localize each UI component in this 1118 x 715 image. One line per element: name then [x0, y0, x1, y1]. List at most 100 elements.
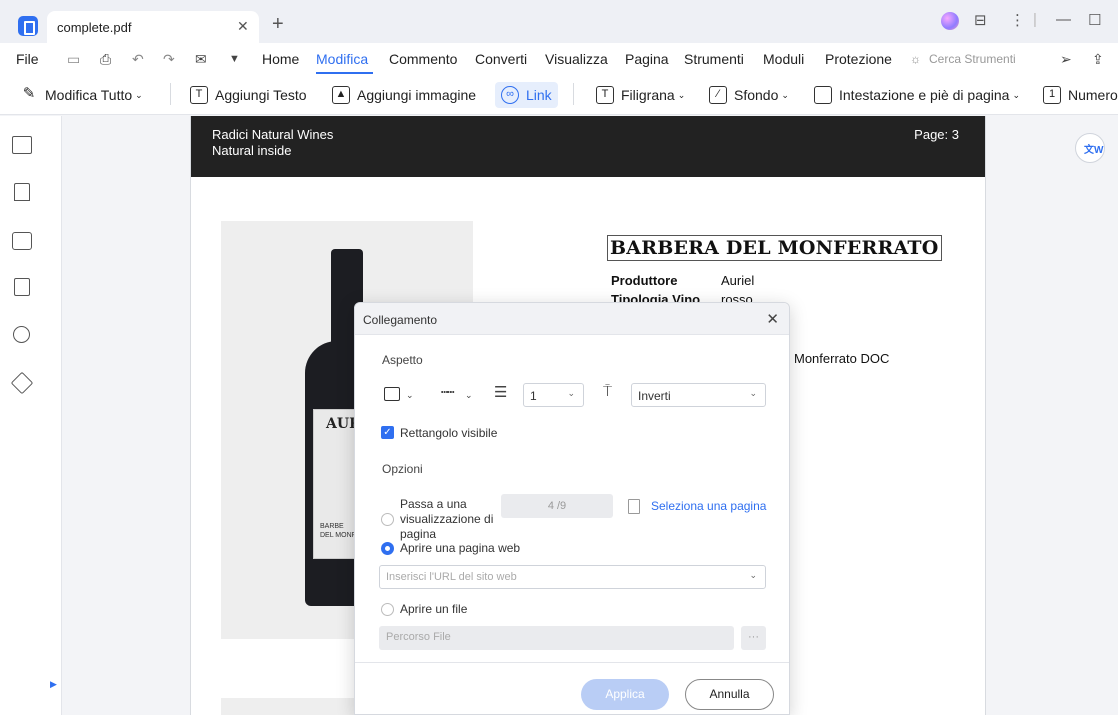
title-bar: complete.pdf ✕ + ⊟ ⋮ | — ☐ [0, 0, 1118, 43]
maximize-icon[interactable]: ☐ [1088, 11, 1101, 29]
line-width-icon: ☰ [494, 384, 508, 401]
appearance-section-label: Aspetto [382, 353, 423, 367]
search-tools[interactable]: Cerca Strumenti [929, 52, 1016, 66]
menu-visualizza[interactable]: Visualizza [545, 51, 608, 67]
edit-all-button[interactable]: ✎ Modifica Tutto ⌄ [20, 82, 143, 108]
translate-icon: 文W [1084, 145, 1104, 156]
chevron-down-icon: ⌄ [781, 89, 789, 100]
search-icon[interactable] [13, 326, 30, 343]
thumbnails-icon[interactable] [12, 136, 32, 154]
page-number-input[interactable]: 4 /9 [501, 494, 613, 518]
apply-button[interactable]: Applica [581, 679, 669, 710]
redo-icon[interactable]: ↷ [163, 51, 175, 68]
minimize-icon[interactable]: — [1056, 11, 1071, 28]
spec-key: Produttore [611, 273, 678, 288]
url-input[interactable]: Inserisci l'URL del sito web ⌄ [379, 565, 766, 589]
link-icon: ∞ [501, 86, 519, 104]
menu-converti[interactable]: Converti [475, 51, 527, 67]
menu-modifica[interactable]: Modifica [316, 51, 368, 67]
document-tab[interactable]: complete.pdf ✕ [47, 11, 259, 43]
header-company: Radici Natural Wines [212, 127, 334, 142]
menu-strumenti[interactable]: Strumenti [684, 51, 744, 67]
left-sidebar: ▶ [0, 116, 62, 715]
separator: | [1033, 11, 1037, 28]
file-path-placeholder: Percorso File [386, 631, 451, 643]
cancel-button[interactable]: Annulla [685, 679, 774, 710]
page-view-label[interactable]: Passa a una visualizzazione di pagina [400, 497, 498, 542]
menu-pagina[interactable]: Pagina [625, 51, 669, 67]
web-page-label[interactable]: Aprire una pagina web [400, 541, 520, 556]
watermark-button[interactable]: T Filigrana ⌄ [596, 82, 685, 108]
next-image-edge [221, 698, 361, 715]
edit-all-label: Modifica Tutto [45, 87, 133, 103]
watermark-label: Filigrana [621, 87, 675, 103]
line-width-value: 1 [530, 389, 537, 403]
visible-rect-checkbox[interactable]: ✓ [381, 426, 394, 439]
chevron-down-icon: ⌄ [677, 89, 686, 100]
tab-close-icon[interactable]: ✕ [237, 18, 249, 35]
add-text-label: Aggiungi Testo [215, 87, 307, 103]
chevron-down-icon: ⌄ [135, 89, 143, 100]
active-menu-indicator [316, 72, 373, 74]
translate-button[interactable]: 文W [1075, 133, 1105, 163]
header-footer-button[interactable]: Intestazione e piè di pagina ⌄ [814, 82, 1020, 108]
chevron-down-icon[interactable]: ⌄ [749, 570, 757, 581]
dialog-footer-divider [355, 662, 789, 663]
select-page-link[interactable]: Seleziona una pagina [651, 499, 766, 513]
new-tab-icon[interactable]: + [272, 14, 284, 34]
comment-icon[interactable] [12, 232, 32, 250]
line-style-icon[interactable]: ┅┅ [441, 385, 454, 399]
send-icon[interactable]: ➢ [1060, 51, 1072, 68]
chevron-down-icon: ⌄ [1012, 89, 1021, 100]
avatar[interactable] [941, 12, 959, 30]
open-file-radio[interactable] [381, 603, 394, 616]
mail-icon[interactable]: ✉ [195, 51, 207, 68]
border-color-icon[interactable] [384, 387, 400, 401]
toolbar-divider [573, 83, 574, 105]
header-footer-icon [814, 86, 832, 104]
attachment-icon[interactable] [14, 278, 30, 296]
more-menu-icon[interactable]: ⋮ [1010, 11, 1025, 29]
menu-file[interactable]: File [16, 51, 39, 67]
menu-commento[interactable]: Commento [389, 51, 457, 67]
background-button[interactable]: ⁄ Sfondo ⌄ [709, 82, 789, 108]
page-header: Radici Natural Wines Natural inside Page… [191, 116, 985, 177]
menu-moduli[interactable]: Moduli [763, 51, 804, 67]
add-image-button[interactable]: ▲ Aggiungi immagine [332, 82, 476, 108]
web-page-radio[interactable] [381, 542, 394, 555]
close-icon[interactable]: ✕ [766, 310, 779, 328]
menu-protezione[interactable]: Protezione [825, 51, 892, 67]
bookmark-icon[interactable] [14, 183, 30, 201]
text-icon: T [190, 86, 208, 104]
number-icon: 1 [1043, 86, 1061, 104]
layers-icon[interactable] [10, 371, 34, 395]
browse-file-button[interactable]: ··· [741, 626, 766, 650]
highlight-value: Inverti [638, 389, 671, 403]
visible-rect-label[interactable]: Rettangolo visibile [400, 426, 497, 440]
page-view-radio[interactable] [381, 513, 394, 526]
chevron-down-icon: ⌄ [749, 388, 757, 398]
add-text-button[interactable]: T Aggiungi Testo [190, 82, 307, 108]
page-number-button[interactable]: 1 Numero [1043, 82, 1118, 108]
menu-home[interactable]: Home [262, 51, 299, 67]
wine-title-link-area[interactable]: BARBERA DEL MONFERRATO [607, 235, 942, 261]
open-file-label[interactable]: Aprire un file [400, 602, 467, 617]
print-icon[interactable]: ⎙ [100, 51, 111, 68]
quick-access-dropdown-icon[interactable]: ▼ [229, 53, 240, 65]
sidebar-expand-icon[interactable]: ▶ [50, 679, 57, 690]
link-button[interactable]: ∞ Link [495, 82, 558, 108]
feedback-icon[interactable]: ⊟ [974, 11, 987, 29]
file-path-input[interactable]: Percorso File [379, 626, 734, 650]
lightbulb-icon: ☼ [910, 52, 921, 66]
undo-icon[interactable]: ↶ [132, 51, 144, 68]
save-icon[interactable]: ▭ [67, 51, 80, 68]
options-section-label: Opzioni [382, 462, 423, 476]
chevron-down-icon[interactable]: ⌄ [406, 390, 414, 401]
url-placeholder: Inserisci l'URL del sito web [386, 571, 517, 583]
background-icon: ⁄ [709, 86, 727, 104]
line-width-select[interactable]: 1 ⌄ [523, 383, 584, 407]
cloud-upload-icon[interactable]: ⇪ [1092, 51, 1104, 68]
image-icon: ▲ [332, 86, 350, 104]
highlight-select[interactable]: Inverti ⌄ [631, 383, 766, 407]
chevron-down-icon[interactable]: ⌄ [465, 390, 473, 401]
